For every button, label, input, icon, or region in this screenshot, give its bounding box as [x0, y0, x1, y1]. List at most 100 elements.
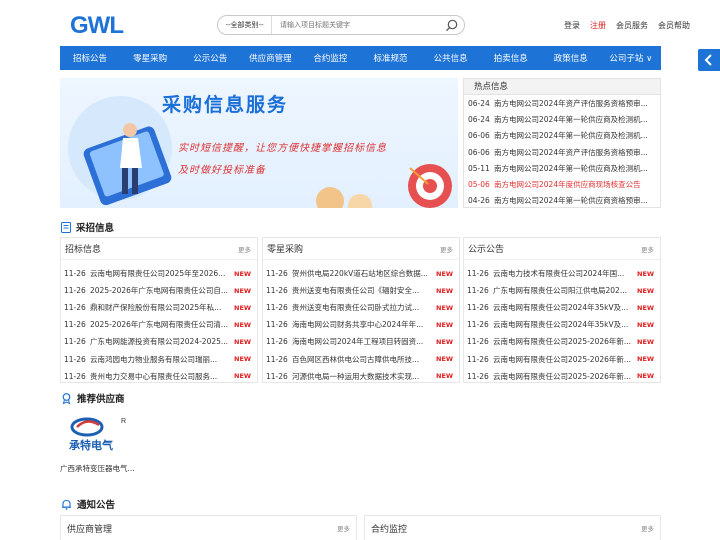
- more-link[interactable]: 更多: [238, 244, 251, 254]
- list-item[interactable]: 11-26 云南电网有限责任公司2025-2026年新... NEW: [464, 350, 660, 367]
- item-title: 贵州送变电有限责任公司《辐射安全...: [292, 286, 420, 296]
- nav-item-publicity[interactable]: 公示公告: [180, 46, 240, 70]
- supplier-logo-graphic: R 承特电气: [69, 417, 126, 452]
- search-button[interactable]: [438, 16, 464, 34]
- nav-item-standards[interactable]: 标准规范: [360, 46, 420, 70]
- list-item[interactable]: 05-06 南方电网公司2024年度供应商现场核查公告: [464, 176, 660, 192]
- item-title: 南方电网公司2024年第一轮供应商及检测机...: [494, 131, 648, 141]
- item-date: 06-24: [468, 114, 490, 124]
- header: GWL --全部类别-- 登录 注册 会员服务 会员帮助: [0, 0, 720, 46]
- list-item[interactable]: 11-26 云南电网有限责任公司2025年至2026... NEW: [61, 265, 257, 282]
- member-service-link[interactable]: 会员服务: [616, 20, 648, 31]
- list-item[interactable]: 04-26 南方电网公司2024年第一轮供应商资格预审...: [464, 193, 660, 209]
- list-item[interactable]: 11-26 海南电网公司2024年工程项目转固资... NEW: [263, 333, 459, 350]
- search-icon: [445, 19, 457, 31]
- category-select[interactable]: --全部类别--: [218, 16, 272, 34]
- item-title: 云南电网有限责任公司2025-2026年新...: [493, 337, 632, 347]
- more-link[interactable]: 更多: [440, 244, 453, 254]
- hot-info-panel: 热点信息 06-24 南方电网公司2024年资产评估服务资格预审... 06-24…: [463, 78, 661, 208]
- list-item[interactable]: 11-26 2025-2026年广东电网有限责任公司自... NEW: [61, 282, 257, 299]
- nav-item-contract[interactable]: 合约监控: [300, 46, 360, 70]
- panel-title: 公示公告: [468, 245, 505, 255]
- login-link[interactable]: 登录: [564, 20, 580, 31]
- supplier-name: 广西承特变压器电气...: [60, 464, 135, 473]
- member-help-link[interactable]: 会员帮助: [658, 20, 690, 31]
- list-item[interactable]: 06-24 南方电网公司2024年资产评估服务资格预审...: [464, 95, 660, 111]
- supplier-card[interactable]: R 承特电气 广西承特变压器电气...: [60, 413, 138, 474]
- side-toggle-button[interactable]: [698, 49, 720, 71]
- new-badge: NEW: [436, 320, 454, 329]
- list-item[interactable]: 11-26 贵州送变电有限责任公司卧式拉力试... NEW: [263, 299, 459, 316]
- new-badge: NEW: [234, 372, 252, 381]
- panel-title: 供应商管理: [67, 524, 113, 535]
- register-link[interactable]: 注册: [590, 20, 606, 31]
- list-item[interactable]: 11-26 百色网区西林供电公司古障供电所技... NEW: [263, 350, 459, 367]
- nav-item-public-info[interactable]: 公共信息: [421, 46, 481, 70]
- new-badge: NEW: [637, 320, 655, 329]
- list-item[interactable]: 11-26 海南电网公司财务共享中心2024年年... NEW: [263, 316, 459, 333]
- section-title-text: 通知公告: [77, 500, 116, 511]
- more-link[interactable]: 更多: [641, 523, 654, 533]
- item-date: 11-26: [64, 286, 86, 296]
- list-item[interactable]: 06-24 南方电网公司2024年第一轮供应商及检测机...: [464, 111, 660, 127]
- panel-title: 合约监控: [371, 524, 408, 535]
- list-item[interactable]: 11-26 云南电网有限责任公司2025-2026年新... NEW: [464, 368, 660, 385]
- new-badge: NEW: [637, 269, 655, 278]
- svg-text:R: R: [121, 418, 126, 425]
- banner-subtitle-line1: 实时短信提醒，让您方便快捷掌握招标信息: [178, 143, 387, 154]
- item-date: 11-26: [467, 286, 489, 296]
- list-item[interactable]: 11-26 云南鸿园电力物业服务有限公司瑞丽... NEW: [61, 350, 257, 367]
- item-title: 云南电网有限责任公司2025-2026年新...: [493, 371, 632, 381]
- list-item[interactable]: 06-06 南方电网公司2024年资产评估服务资格预审...: [464, 144, 660, 160]
- section-title-text: 采招信息: [76, 223, 115, 234]
- list-item[interactable]: 11-26 云南电网有限责任公司2025-2026年新... NEW: [464, 333, 660, 350]
- banner-subtitle: 实时短信提醒，让您方便快捷掌握招标信息 及时做好投标准备: [178, 138, 387, 182]
- list-item[interactable]: 11-26 贺州供电局220kV道石站地区综合数据... NEW: [263, 265, 459, 282]
- list-item[interactable]: 05-11 南方电网公司2024年第一轮供应商及检测机...: [464, 160, 660, 176]
- list-item[interactable]: 11-26 河源供电局一种运用大数据技术实现... NEW: [263, 368, 459, 385]
- site-logo[interactable]: GWL: [70, 12, 126, 36]
- more-link[interactable]: 更多: [337, 523, 350, 533]
- new-badge: NEW: [436, 286, 454, 295]
- item-date: 11-26: [266, 303, 288, 313]
- item-date: 11-26: [64, 337, 86, 347]
- list-item[interactable]: 11-26 贵州送变电有限责任公司《辐射安全... NEW: [263, 282, 459, 299]
- list-item[interactable]: 06-06 南方电网公司2024年第一轮供应商及检测机...: [464, 128, 660, 144]
- list-item[interactable]: 11-26 云南电力技术有限责任公司2024年国... NEW: [464, 265, 660, 282]
- list-item[interactable]: 11-26 贵州电力交易中心有限责任公司服务... NEW: [61, 368, 257, 385]
- item-title: 海南电网公司2024年工程项目转固资...: [292, 337, 424, 347]
- nav-item-subsites[interactable]: 公司子站 ∨: [601, 46, 661, 70]
- nav-item-sporadic[interactable]: 零星采购: [120, 46, 180, 70]
- new-badge: NEW: [637, 372, 655, 381]
- search-input[interactable]: [272, 16, 438, 34]
- item-title: 南方电网公司2024年资产评估服务资格预审...: [494, 147, 648, 157]
- list-item[interactable]: 11-26 广东电网有限责任公司阳江供电局202... NEW: [464, 282, 660, 299]
- section-title-tender: 采招信息: [61, 220, 114, 234]
- list-item[interactable]: 11-26 2025-2026年广东电网有限责任公司清... NEW: [61, 316, 257, 333]
- new-badge: NEW: [637, 303, 655, 312]
- item-date: 11-26: [266, 371, 288, 381]
- list-item[interactable]: 11-26 鼎和财产保险股份有限公司2025年私... NEW: [61, 299, 257, 316]
- new-badge: NEW: [234, 269, 252, 278]
- nav-item-policy[interactable]: 政策信息: [541, 46, 601, 70]
- new-badge: NEW: [234, 355, 252, 364]
- sporadic-purchase-panel: 零星采购 更多 11-26 贺州供电局220kV道石站地区综合数据... NEW 11…: [262, 237, 460, 383]
- nav-item-supplier[interactable]: 供应商管理: [240, 46, 300, 70]
- item-title: 云南电网有限责任公司2024年35kV及...: [493, 303, 629, 313]
- item-date: 11-26: [266, 337, 288, 347]
- item-title: 百色网区西林供电公司古障供电所技...: [292, 354, 420, 364]
- nav-item-tender[interactable]: 招标公告: [60, 46, 120, 70]
- item-title: 云南电力技术有限责任公司2024年国...: [493, 269, 625, 279]
- item-date: 04-26: [468, 196, 490, 206]
- banner[interactable]: 采购信息服务 实时短信提醒，让您方便快捷掌握招标信息 及时做好投标准备: [60, 78, 458, 208]
- nav-item-auction[interactable]: 拍卖信息: [481, 46, 541, 70]
- item-title: 2025-2026年广东电网有限责任公司清...: [90, 320, 229, 330]
- search-bar: --全部类别--: [217, 15, 465, 35]
- more-link[interactable]: 更多: [641, 244, 654, 254]
- list-item[interactable]: 11-26 广东电网能源投资有限公司2024-2025... NEW: [61, 333, 257, 350]
- item-title: 贺州供电局220kV道石站地区综合数据...: [292, 269, 428, 279]
- list-item[interactable]: 11-26 云南电网有限责任公司2024年35kV及... NEW: [464, 299, 660, 316]
- item-date: 06-06: [468, 131, 490, 141]
- list-item[interactable]: 11-26 云南电网有限责任公司2024年35kV及... NEW: [464, 316, 660, 333]
- item-title: 广东电网有限责任公司阳江供电局202...: [493, 286, 627, 296]
